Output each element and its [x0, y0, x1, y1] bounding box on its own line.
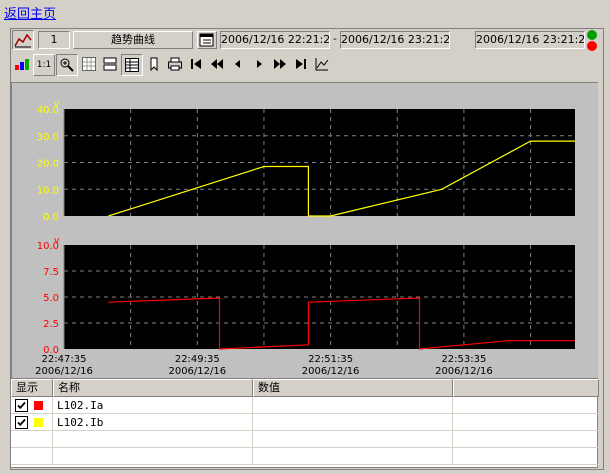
- col-header-extra[interactable]: [453, 379, 599, 397]
- split-icon[interactable]: [100, 54, 120, 74]
- extra-cell: [453, 448, 599, 465]
- y-unit-label: v: [54, 236, 60, 246]
- forward-icon[interactable]: [249, 54, 269, 74]
- col-header-name[interactable]: 名称: [53, 379, 253, 397]
- toolbar: 1:1: [12, 54, 332, 76]
- tag-name-cell: [53, 431, 253, 448]
- y-tick-label: 2.5: [43, 319, 59, 330]
- show-cell[interactable]: [11, 448, 53, 465]
- status-light-red: [587, 41, 597, 51]
- x-tick-time: 22:53:35: [441, 354, 486, 365]
- tag-name-cell: L102.Ia: [53, 397, 253, 414]
- print-icon[interactable]: [165, 54, 185, 74]
- tag-value-cell: [253, 414, 453, 431]
- last-icon[interactable]: [291, 54, 311, 74]
- check-icon: [17, 401, 26, 410]
- one-to-one-icon[interactable]: 1:1: [33, 54, 55, 76]
- grid-icon[interactable]: [79, 54, 99, 74]
- x-tick-time: 22:47:35: [42, 354, 87, 365]
- zoom-icon[interactable]: [56, 54, 78, 76]
- trend-charts[interactable]: 40.030.020.010.00.0v10.07.55.02.50.0v22:…: [12, 83, 599, 379]
- table-row[interactable]: [11, 431, 599, 448]
- tag-name-cell: L102.Ib: [53, 414, 253, 431]
- y-unit-label: v: [54, 100, 60, 110]
- end-time-field[interactable]: 2006/12/16 23:21:24: [340, 31, 450, 49]
- tag-name-cell: [53, 448, 253, 465]
- table-row[interactable]: L102.Ib: [11, 414, 599, 431]
- series-color-swatch: [34, 401, 43, 410]
- x-tick-time: 22:51:35: [308, 354, 353, 365]
- fast-back-icon[interactable]: [207, 54, 227, 74]
- y-tick-label: 0.0: [43, 212, 59, 223]
- color-icon[interactable]: [12, 54, 32, 74]
- y-tick-label: 7.5: [43, 267, 59, 278]
- bookmark-icon[interactable]: [144, 54, 164, 74]
- calendar-icon[interactable]: [197, 31, 217, 49]
- show-cell[interactable]: [11, 397, 53, 414]
- x-tick-date: 2006/12/16: [35, 366, 93, 377]
- x-tick-date: 2006/12/16: [302, 366, 360, 377]
- range-separator: -: [333, 32, 337, 45]
- table-icon[interactable]: [121, 54, 143, 76]
- current-time-field: 2006/12/16 23:21:24: [475, 31, 585, 49]
- tag-value-cell: [253, 448, 453, 465]
- table-row[interactable]: [11, 448, 599, 465]
- table-row[interactable]: L102.Ia: [11, 397, 599, 414]
- check-icon: [17, 418, 26, 427]
- x-tick-date: 2006/12/16: [435, 366, 493, 377]
- series-color-swatch: [34, 418, 43, 427]
- extra-cell: [453, 397, 599, 414]
- extra-cell: [453, 431, 599, 448]
- col-header-value[interactable]: 数值: [253, 379, 453, 397]
- start-time-field[interactable]: 2006/12/16 22:21:24: [220, 31, 330, 49]
- axis-icon[interactable]: [312, 54, 332, 74]
- col-header-show[interactable]: 显示: [11, 379, 53, 397]
- tag-value-cell: [253, 397, 453, 414]
- y-tick-label: 20.0: [37, 159, 59, 170]
- chart-title-field[interactable]: 趋势曲线: [73, 31, 193, 49]
- show-cell[interactable]: [11, 414, 53, 431]
- fast-forward-icon[interactable]: [270, 54, 290, 74]
- extra-cell: [453, 414, 599, 431]
- y-tick-label: 30.0: [37, 132, 59, 143]
- first-icon[interactable]: [186, 54, 206, 74]
- y-tick-label: 10.0: [37, 185, 59, 196]
- chart-area: 40.0 30.0 20.0 10.0 0.0 v 10.0 7.5 5.0 2.5 0.0 v 22:…: [11, 82, 598, 378]
- x-tick-time: 22:49:35: [175, 354, 220, 365]
- show-cell[interactable]: [11, 431, 53, 448]
- back-home-link[interactable]: 返回主页: [4, 3, 56, 22]
- trend-chart-icon[interactable]: [12, 30, 34, 50]
- tag-grid: 显示 名称 数值 L102.Ia L102.Ib: [10, 378, 599, 468]
- y-tick-label: 5.0: [43, 293, 59, 304]
- back-icon[interactable]: [228, 54, 248, 74]
- show-checkbox[interactable]: [15, 399, 28, 412]
- status-light-green: [587, 30, 597, 40]
- tag-value-cell: [253, 431, 453, 448]
- x-tick-date: 2006/12/16: [168, 366, 226, 377]
- show-checkbox[interactable]: [15, 416, 28, 429]
- chart-index-field[interactable]: 1: [38, 31, 70, 49]
